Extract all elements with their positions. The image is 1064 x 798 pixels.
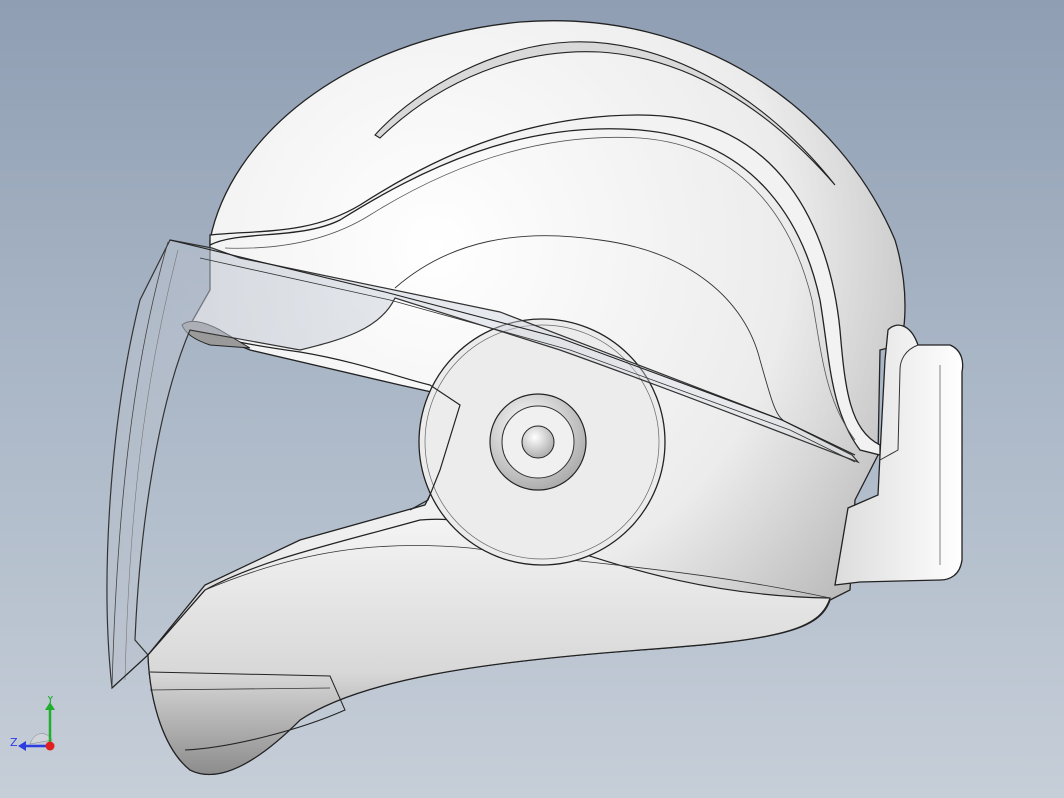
helmet-model[interactable] xyxy=(0,0,1064,798)
triad-z-arrow-icon xyxy=(18,741,26,751)
triad-y-label: Y xyxy=(46,696,54,706)
triad-z-label: Z xyxy=(10,736,18,749)
orientation-triad[interactable]: Y Z xyxy=(8,696,68,758)
pivot-screw[interactable] xyxy=(521,425,555,459)
graphics-viewport[interactable]: Y Z xyxy=(0,0,1064,798)
triad-x-axis-dot xyxy=(45,741,55,751)
